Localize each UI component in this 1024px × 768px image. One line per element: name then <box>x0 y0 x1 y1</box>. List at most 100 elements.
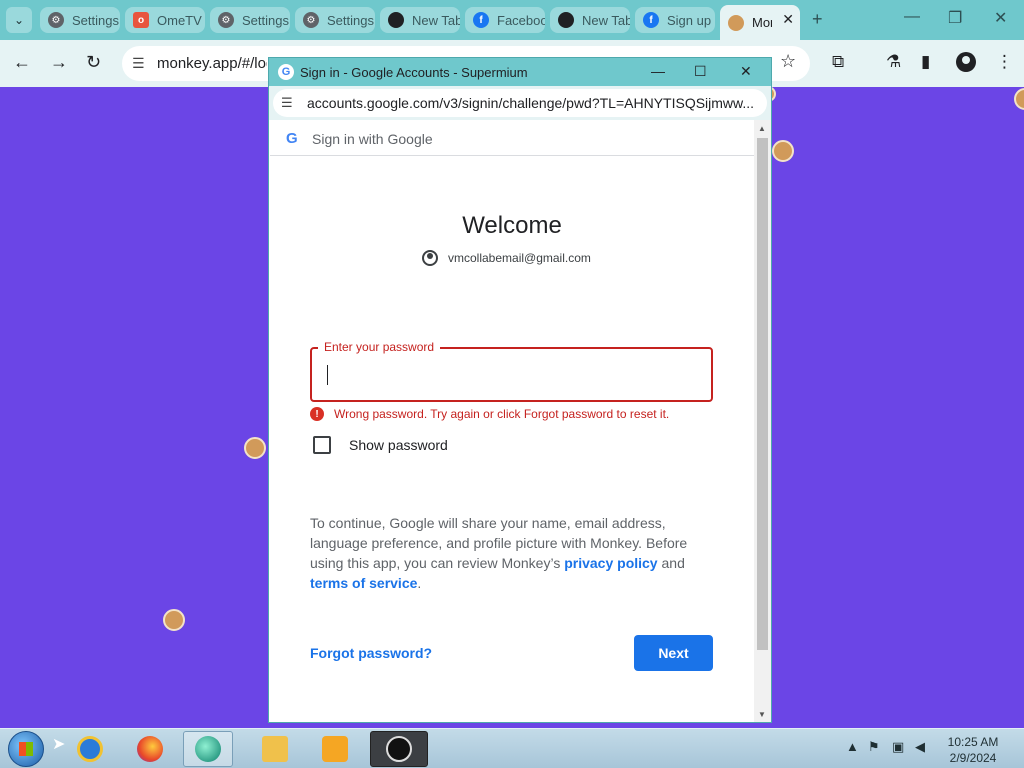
scroll-up-icon[interactable]: ▲ <box>758 124 766 133</box>
signin-popup-window: G Sign in - Google Accounts - Supermium … <box>269 58 771 722</box>
internet-explorer-icon[interactable] <box>65 731 115 767</box>
tab[interactable]: ⚙ Settings <box>295 7 375 33</box>
obs-icon[interactable] <box>370 731 428 767</box>
tab[interactable]: ⚙ Settings <box>40 7 120 33</box>
firefox-icon[interactable] <box>125 731 175 767</box>
tab-active[interactable]: Monkey ✕ <box>720 5 800 40</box>
system-clock[interactable]: 10:25 AM 2/9/2024 <box>935 734 1011 766</box>
tab-label: Monkey <box>752 15 772 30</box>
gear-icon: ⚙ <box>218 12 234 28</box>
mouse-cursor-icon: ➤ <box>52 736 66 753</box>
tab-label: Settings <box>327 12 374 28</box>
tray-expand-icon[interactable]: ▲ <box>846 739 859 754</box>
network-icon[interactable]: ▣ <box>892 739 904 755</box>
tab[interactable]: f Facebook <box>465 7 545 33</box>
labs-icon[interactable]: ⚗ <box>886 52 901 72</box>
tab-label: Settings <box>242 12 289 28</box>
tab-label: Facebook <box>497 12 545 28</box>
popup-scrollbar[interactable]: ▲ ▼ <box>754 120 771 722</box>
tab[interactable]: o OmeTV <box>125 7 205 33</box>
forgot-password-link[interactable]: Forgot password? <box>310 645 432 661</box>
maximize-icon[interactable]: ☐ <box>694 63 707 80</box>
extensions-icon[interactable]: ⧉ <box>832 52 844 72</box>
account-email: vmcollabemail@gmail.com <box>448 251 591 265</box>
menu-kebab-icon[interactable]: ⋮ <box>996 52 1013 72</box>
tab[interactable]: New Tab <box>550 7 630 33</box>
password-field[interactable] <box>310 347 713 402</box>
close-icon[interactable]: ✕ <box>994 8 1007 28</box>
bookmark-star-icon[interactable]: ☆ <box>780 51 796 72</box>
signin-header: G Sign in with Google <box>270 120 754 156</box>
folder-glyph <box>262 736 288 762</box>
action-center-flag-icon[interactable]: ⚑ <box>868 739 880 755</box>
media-player-icon[interactable] <box>310 731 360 767</box>
back-icon[interactable]: ← <box>13 52 31 73</box>
password-input[interactable] <box>326 361 696 387</box>
volume-muted-icon[interactable]: ◀ <box>915 739 925 755</box>
monkey-sticker-icon <box>1014 88 1024 110</box>
text-caret <box>327 365 328 385</box>
account-circle-icon <box>422 250 438 266</box>
site-info-icon[interactable]: ☰ <box>281 95 293 111</box>
site-info-icon[interactable]: ☰ <box>132 55 145 72</box>
tab-search-button[interactable]: ⌄ <box>6 7 32 33</box>
scroll-down-icon[interactable]: ▼ <box>758 710 766 719</box>
close-icon[interactable]: ✕ <box>782 11 794 28</box>
signin-content: G Sign in with Google Welcome vmcollabem… <box>270 120 754 720</box>
windows-taskbar: ➤ ▲ ⚑ ▣ ◀ 10:25 AM 2/9/2024 <box>0 728 1024 768</box>
show-password-checkbox[interactable] <box>313 436 331 454</box>
ometv-icon: o <box>133 12 149 28</box>
next-button[interactable]: Next <box>634 635 713 671</box>
start-button[interactable] <box>8 731 44 767</box>
signin-header-text: Sign in with Google <box>312 131 433 147</box>
tab-label: Settings <box>72 12 119 28</box>
tab[interactable]: f Sign up <box>635 7 715 33</box>
tab-label: New Tab <box>412 12 460 28</box>
minimize-icon[interactable]: — <box>904 8 920 26</box>
privacy-policy-link[interactable]: privacy policy <box>564 555 657 571</box>
page-title: Welcome <box>462 212 562 239</box>
monkey-sticker-icon <box>244 437 266 459</box>
scroll-thumb[interactable] <box>757 138 768 650</box>
tab-label: New Tab <box>582 12 630 28</box>
popup-address-bar: ☰ accounts.google.com/v3/signin/challeng… <box>269 86 771 120</box>
profile-avatar-icon[interactable] <box>956 52 976 72</box>
tab-label: OmeTV <box>157 12 202 28</box>
show-password-toggle[interactable]: Show password <box>313 436 448 454</box>
error-text: Wrong password. Try again or click Forgo… <box>334 407 670 421</box>
close-icon[interactable]: ✕ <box>740 63 752 80</box>
new-tab-icon[interactable]: + <box>812 9 823 30</box>
forward-icon[interactable]: → <box>50 52 68 73</box>
side-panel-icon[interactable]: ▮ <box>921 52 930 72</box>
obs-glyph <box>386 736 412 762</box>
consent-info-text: To continue, Google will share your name… <box>310 513 710 593</box>
minimize-icon[interactable]: — <box>651 63 665 79</box>
terms-of-service-link[interactable]: terms of service <box>310 575 417 591</box>
error-message: ! Wrong password. Try again or click For… <box>310 407 669 421</box>
media-player-glyph <box>322 736 348 762</box>
account-chip[interactable]: vmcollabemail@gmail.com <box>422 248 591 268</box>
consent-text: and <box>657 555 685 571</box>
clock-date: 2/9/2024 <box>949 751 997 765</box>
supermium-glyph <box>195 736 221 762</box>
popup-url-field[interactable]: ☰ accounts.google.com/v3/signin/challeng… <box>273 89 767 117</box>
tab[interactable]: ⚙ Settings <box>210 7 290 33</box>
file-explorer-icon[interactable] <box>250 731 300 767</box>
supermium-icon[interactable] <box>183 731 233 767</box>
google-g-icon: G <box>278 64 294 80</box>
reload-icon[interactable]: ↻ <box>86 52 101 73</box>
firefox-glyph <box>137 736 163 762</box>
restore-icon[interactable]: ❐ <box>948 8 962 28</box>
facebook-icon: f <box>643 12 659 28</box>
tab[interactable]: New Tab <box>380 7 460 33</box>
show-password-label[interactable]: Show password <box>349 437 448 453</box>
tab-label: Sign up <box>667 12 712 28</box>
monkey-icon <box>728 14 744 31</box>
browser-tab-strip: ⌄ ⚙ Settings o OmeTV ⚙ Settings ⚙ Settin… <box>0 0 1024 40</box>
popup-url-text[interactable]: accounts.google.com/v3/signin/challenge/… <box>307 95 757 111</box>
password-label: Enter your password <box>318 340 441 354</box>
monkey-sticker-icon <box>163 609 185 631</box>
consent-text: . <box>417 575 422 591</box>
gear-icon: ⚙ <box>303 12 319 28</box>
address-text[interactable]: monkey.app/#/login <box>157 55 267 72</box>
